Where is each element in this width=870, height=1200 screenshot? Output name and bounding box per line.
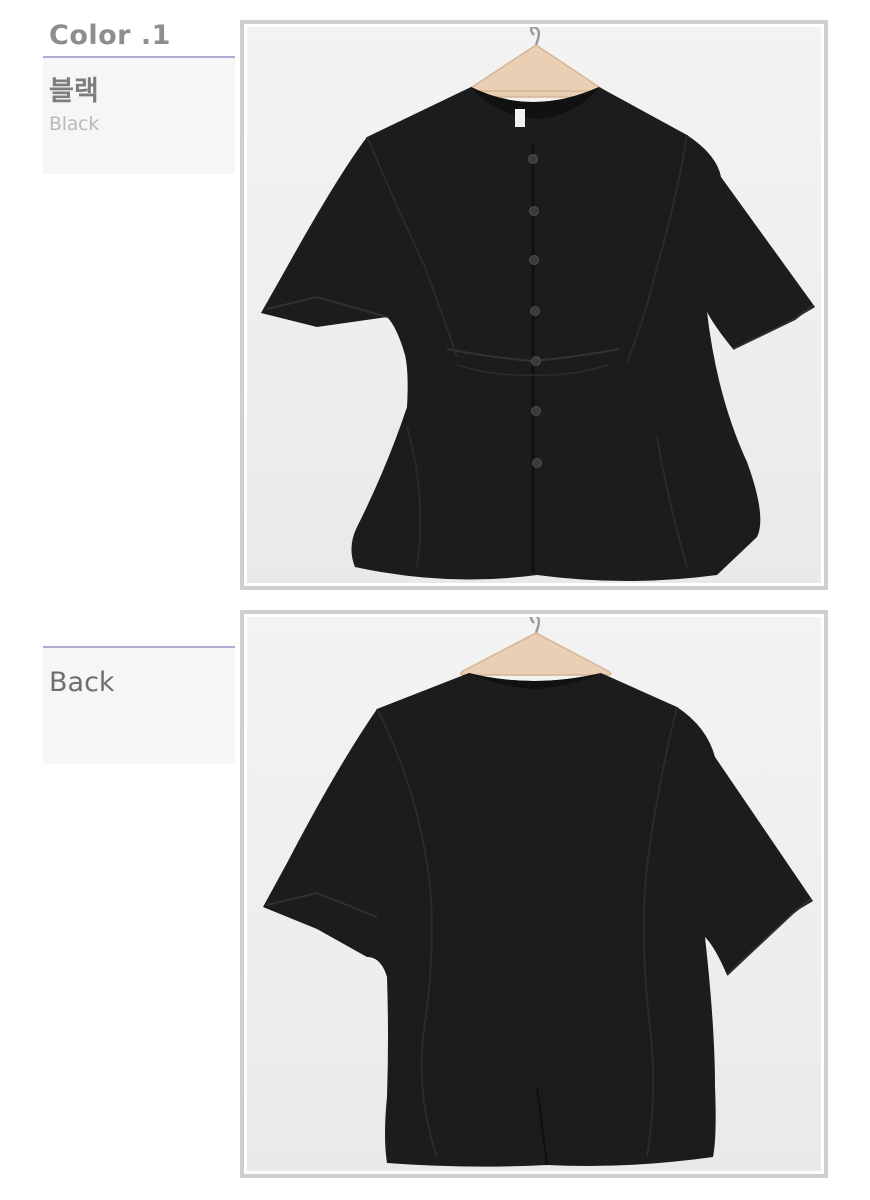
hanger-icon xyxy=(460,27,612,98)
garment-tag xyxy=(515,109,525,127)
color-name-english: Black xyxy=(49,113,99,135)
back-label: Back xyxy=(49,667,115,698)
color-name-korean: 블랙 xyxy=(49,76,99,107)
front-photo-mat xyxy=(244,24,824,586)
color-info-panel: Color .1 블랙 Black xyxy=(43,0,235,174)
blouse-body xyxy=(261,87,815,581)
hanger-icon xyxy=(460,617,612,676)
back-label-box: Back xyxy=(43,648,235,764)
color-title: Color .1 xyxy=(49,20,171,51)
color-name-box: 블랙 Black xyxy=(43,58,235,174)
back-photo-mat xyxy=(244,614,824,1174)
back-info-panel: Back xyxy=(43,646,235,764)
front-photo-frame xyxy=(240,20,828,590)
back-product-photo xyxy=(247,617,821,1171)
front-product-photo xyxy=(247,27,821,583)
front-blouse-image xyxy=(261,27,815,581)
back-blouse-image xyxy=(263,617,813,1167)
back-photo-frame xyxy=(240,610,828,1178)
color-title-area: Color .1 xyxy=(43,0,235,56)
